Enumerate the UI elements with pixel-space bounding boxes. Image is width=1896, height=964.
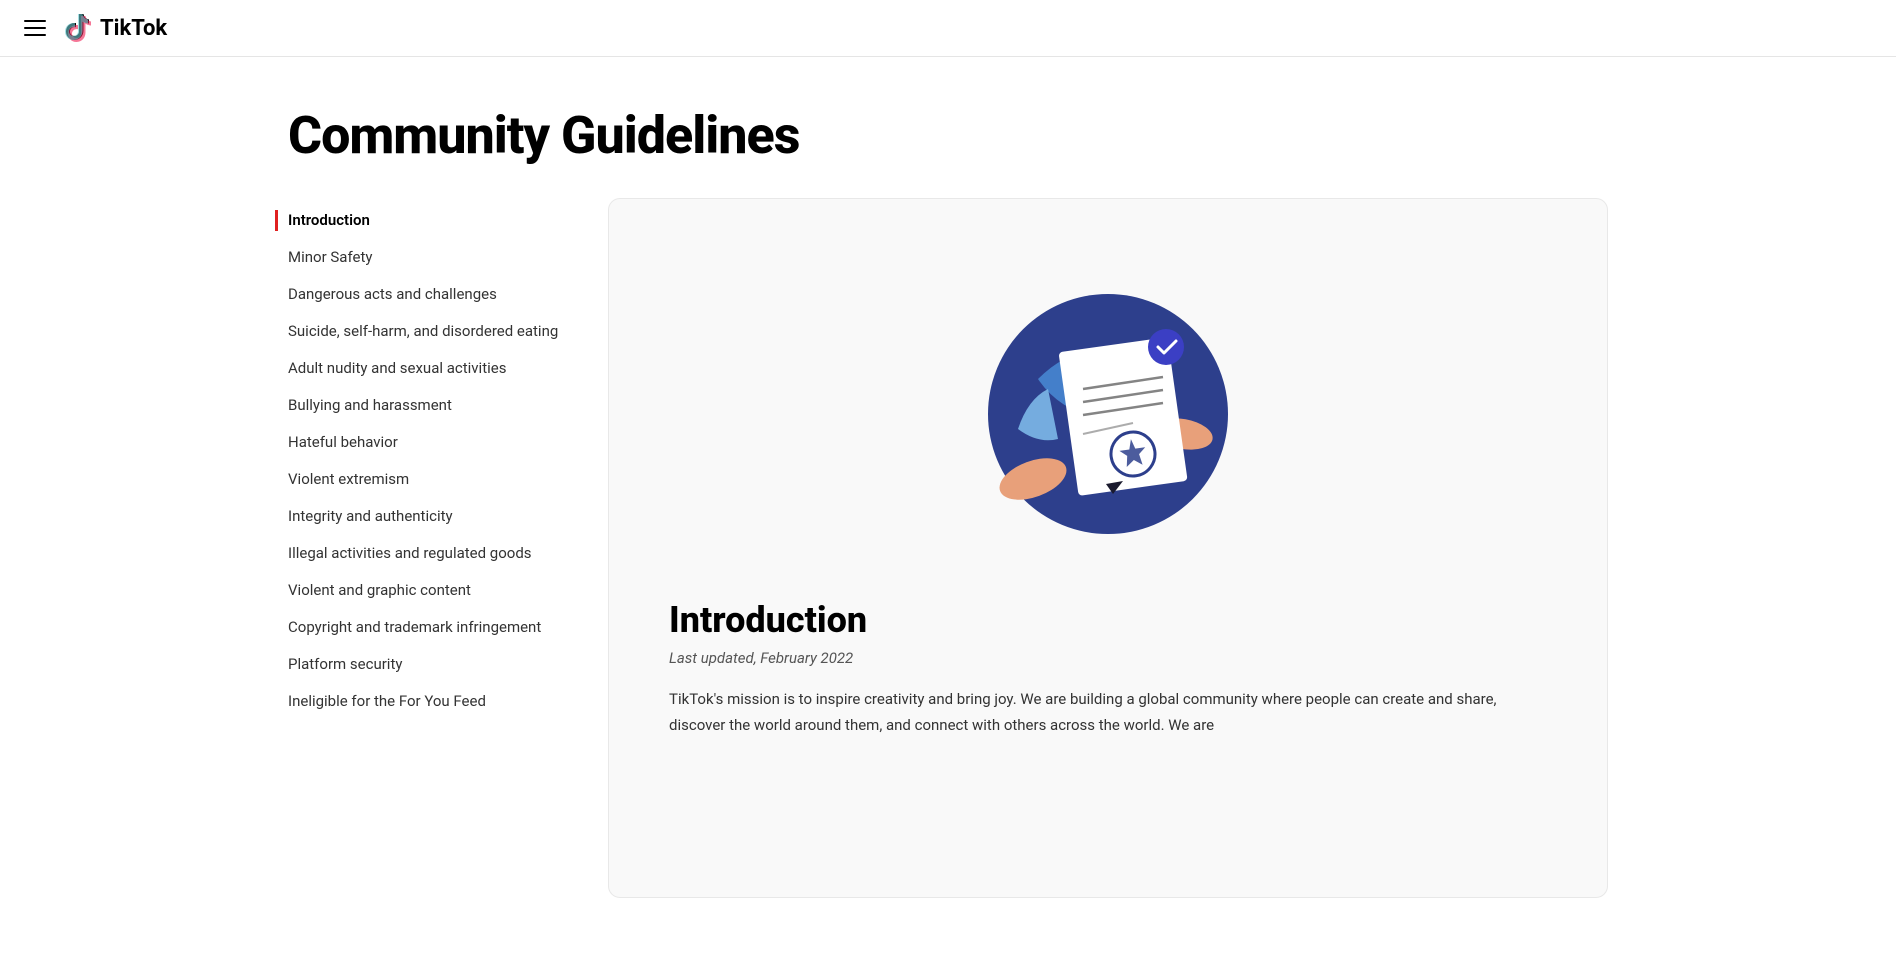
sidebar-item-copyright[interactable]: Copyright and trademark infringement	[288, 609, 568, 646]
intro-image	[609, 199, 1607, 599]
sidebar-nav: Introduction Minor Safety Dangerous acts a…	[288, 198, 568, 720]
sidebar-item-violent-extremism[interactable]: Violent extremism	[288, 461, 568, 498]
sidebar-item-bullying[interactable]: Bullying and harassment	[288, 387, 568, 424]
sidebar-link-bullying[interactable]: Bullying and harassment	[288, 395, 568, 416]
header: TikTok	[0, 0, 1896, 57]
sidebar-list: Introduction Minor Safety Dangerous acts a…	[288, 202, 568, 720]
page-title: Community Guidelines	[288, 105, 1608, 166]
intro-date: Last updated, February 2022	[669, 649, 1547, 667]
sidebar-link-violent-extremism[interactable]: Violent extremism	[288, 469, 568, 490]
intro-heading: Introduction	[669, 599, 1547, 641]
main-content: Introduction Last updated, February 2022…	[608, 198, 1608, 898]
document-illustration	[958, 259, 1258, 559]
intro-text-content: Introduction Last updated, February 2022…	[609, 599, 1607, 778]
sidebar-link-minor-safety[interactable]: Minor Safety	[288, 247, 568, 268]
sidebar-item-illegal-activities[interactable]: Illegal activities and regulated goods	[288, 535, 568, 572]
sidebar-item-platform-security[interactable]: Platform security	[288, 646, 568, 683]
sidebar-link-adult-nudity[interactable]: Adult nudity and sexual activities	[288, 358, 568, 379]
sidebar-item-suicide[interactable]: Suicide, self-harm, and disordered eatin…	[288, 313, 568, 350]
sidebar-item-dangerous-acts[interactable]: Dangerous acts and challenges	[288, 276, 568, 313]
tiktok-logo[interactable]: TikTok	[62, 12, 167, 44]
sidebar-item-minor-safety[interactable]: Minor Safety	[288, 239, 568, 276]
content-layout: Introduction Minor Safety Dangerous acts a…	[288, 198, 1608, 898]
hamburger-menu[interactable]	[24, 20, 46, 36]
sidebar-link-integrity[interactable]: Integrity and authenticity	[288, 506, 568, 527]
sidebar-link-suicide[interactable]: Suicide, self-harm, and disordered eatin…	[288, 321, 568, 342]
sidebar-link-dangerous-acts[interactable]: Dangerous acts and challenges	[288, 284, 568, 305]
intro-body: TikTok's mission is to inspire creativit…	[669, 687, 1547, 738]
sidebar-link-hateful[interactable]: Hateful behavior	[288, 432, 568, 453]
sidebar-item-adult-nudity[interactable]: Adult nudity and sexual activities	[288, 350, 568, 387]
sidebar-item-ineligible[interactable]: Ineligible for the For You Feed	[288, 683, 568, 720]
sidebar-link-platform-security[interactable]: Platform security	[288, 654, 568, 675]
sidebar-link-violent-graphic[interactable]: Violent and graphic content	[288, 580, 568, 601]
sidebar-link-ineligible[interactable]: Ineligible for the For You Feed	[288, 691, 568, 712]
sidebar-link-introduction[interactable]: Introduction	[275, 210, 568, 231]
logo-text: TikTok	[100, 16, 167, 41]
sidebar-item-violent-graphic[interactable]: Violent and graphic content	[288, 572, 568, 609]
sidebar-link-illegal-activities[interactable]: Illegal activities and regulated goods	[288, 543, 568, 564]
sidebar-item-hateful[interactable]: Hateful behavior	[288, 424, 568, 461]
sidebar-item-introduction[interactable]: Introduction	[288, 202, 568, 239]
tiktok-logo-icon	[62, 12, 94, 44]
sidebar-link-copyright[interactable]: Copyright and trademark infringement	[288, 617, 568, 638]
page-wrapper: Community Guidelines Introduction Minor S…	[248, 105, 1648, 898]
sidebar-item-integrity[interactable]: Integrity and authenticity	[288, 498, 568, 535]
